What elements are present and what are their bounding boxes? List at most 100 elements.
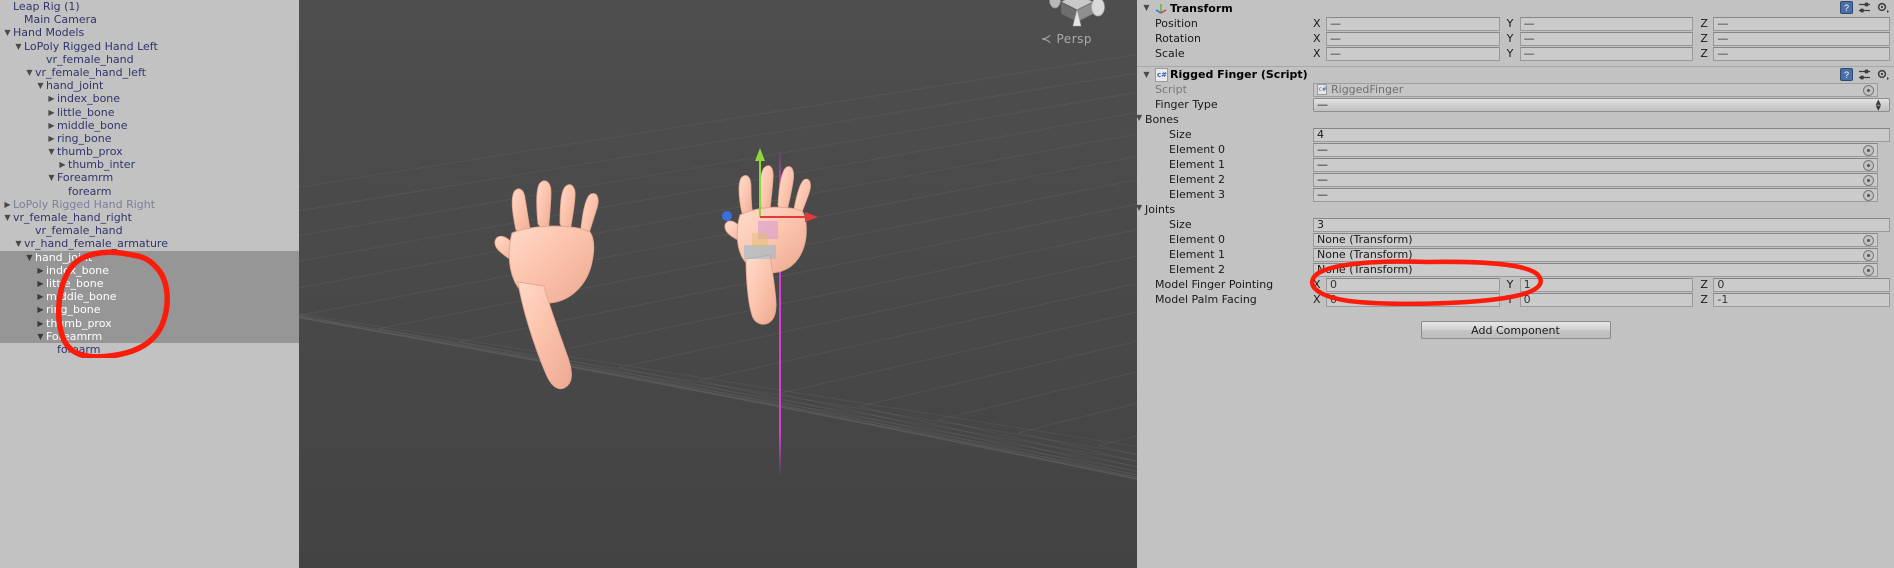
hierarchy-item-little-bone[interactable]: ▶ little_bone [0,106,299,119]
position-x-input[interactable]: — [1326,16,1500,31]
model-palm-facing-y-input[interactable]: 0 [1519,292,1694,307]
chevron-down-icon[interactable]: ▼ [24,66,35,79]
preset-icon[interactable] [1858,1,1871,14]
hierarchy-item-foreamrm[interactable]: ▼ Foreamrm [0,171,299,184]
component-header-icons[interactable]: ? [1840,1,1889,14]
chevron-right-icon[interactable]: ▶ [35,303,46,316]
chevron-down-icon[interactable]: ▼ [13,40,24,53]
hierarchy-item-ring-bone[interactable]: ▶ ring_bone [0,303,299,317]
model-palm-facing-z-input[interactable]: -1 [1713,292,1891,307]
model-finger-pointing-z-input[interactable]: 0 [1713,277,1891,292]
scale-y-input[interactable]: — [1519,46,1694,61]
chevron-down-icon[interactable]: ▼ [24,251,35,264]
chevron-right-icon[interactable]: ▶ [2,198,13,211]
object-picker-icon[interactable] [1863,249,1874,261]
transform-properties[interactable]: Position X — Y — Z — Rotation X — Y — Z — Scale X — Y — Z — [1137,16,1894,61]
chevron-right-icon[interactable]: ▶ [46,106,57,119]
hierarchy-item-hand-models[interactable]: ▼ Hand Models [0,26,299,39]
chevron-right-icon[interactable]: ▶ [46,132,57,145]
component-header-rigged-finger[interactable]: ▼ Rigged Finger (Script) ? [1137,66,1894,82]
component-header-icons[interactable]: ? [1840,68,1889,81]
hierarchy-item-leap-rig-1[interactable]: Leap Rig (1) [0,0,299,13]
scale-z-input[interactable]: — [1713,46,1891,61]
rigged-finger-properties[interactable]: ScriptRiggedFingerFinger Type—▲▼BonesSiz… [1137,82,1894,307]
hierarchy-item-thumb-inter[interactable]: ▶ thumb_inter [0,158,299,171]
help-icon[interactable]: ? [1840,68,1853,81]
chevron-right-icon[interactable]: ▶ [46,119,57,132]
element-1-object-field[interactable]: None (Transform) [1313,247,1878,262]
object-picker-icon[interactable] [1863,144,1874,156]
hierarchy-tree[interactable]: Leap Rig (1) Main Camera ▼ Hand Models ▼ LoPo… [0,0,299,356]
finger-type-dropdown[interactable]: — ▲ ▼ [1313,97,1890,112]
hierarchy-item-vr-female-hand-right[interactable]: ▼ vr_female_hand_right [0,211,299,224]
chevron-down-icon[interactable]: ▼ [46,171,57,184]
hierarchy-item-middle-bone[interactable]: ▶ middle_bone [0,290,299,304]
chevron-right-icon[interactable]: ▶ [35,277,46,290]
object-picker-icon[interactable] [1863,189,1874,201]
chevron-right-icon[interactable]: ▶ [35,317,46,330]
property-label[interactable]: Joints [1137,203,1313,216]
projection-mode-label[interactable]: ≺ Persp [1041,32,1092,47]
model-palm-facing-x-input[interactable]: 0 [1326,292,1500,307]
chevron-right-icon[interactable]: ▶ [46,92,57,105]
hierarchy-item-thumb-prox[interactable]: ▶ thumb_prox [0,316,299,330]
hierarchy-item-foreamrm[interactable]: ▼ Foreamrm [0,329,299,343]
hierarchy-item-index-bone[interactable]: ▶ index_bone [0,263,299,277]
chevron-down-icon[interactable]: ▼ [13,237,24,250]
hierarchy-item-main-camera[interactable]: Main Camera [0,13,299,26]
gear-icon[interactable] [1876,68,1889,81]
chevron-right-icon[interactable]: ▶ [35,264,46,277]
hierarchy-item-index-bone[interactable]: ▶ index_bone [0,92,299,105]
hierarchy-item-hand-joint[interactable]: ▼ hand_joint [0,79,299,92]
model-finger-pointing-y-input[interactable]: 1 [1519,277,1694,292]
rotation-z-input[interactable]: — [1713,31,1891,46]
transform-foldout-icon[interactable]: ▼ [1141,1,1152,14]
object-picker-icon[interactable] [1863,264,1874,276]
size-number-input[interactable]: 3 [1313,217,1890,232]
hierarchy-item-vr-female-hand-left[interactable]: ▼ vr_female_hand_left [0,66,299,79]
hierarchy-item-vr-female-hand[interactable]: vr_female_hand [0,53,299,66]
chevron-down-icon[interactable]: ▼ [46,145,57,158]
hierarchy-item-vr-hand-female-armature[interactable]: ▼ vr_hand_female_armature [0,237,299,250]
element-2-object-field[interactable]: None (Transform) [1313,262,1878,277]
add-component-button[interactable]: Add Component [1420,321,1611,339]
hierarchy-item-lopoly-rigged-hand-right[interactable]: ▶ LoPoly Rigged Hand Right [0,198,299,211]
hierarchy-panel[interactable]: Leap Rig (1) Main Camera ▼ Hand Models ▼ LoPo… [0,0,299,568]
scene-view[interactable]: ≺ Persp [299,0,1137,568]
property-label[interactable]: Bones [1137,113,1313,126]
element-0-object-field[interactable]: — [1313,142,1878,157]
hierarchy-item-thumb-prox[interactable]: ▼ thumb_prox [0,145,299,158]
hierarchy-item-middle-bone[interactable]: ▶ middle_bone [0,119,299,132]
element-3-object-field[interactable]: — [1313,187,1878,202]
object-picker-icon[interactable] [1863,84,1874,96]
rigged-finger-foldout-icon[interactable]: ▼ [1141,68,1152,81]
hierarchy-item-lopoly-rigged-hand-left[interactable]: ▼ LoPoly Rigged Hand Left [0,40,299,53]
chevron-down-icon[interactable]: ▼ [35,330,46,343]
help-icon[interactable]: ? [1840,1,1853,14]
position-z-input[interactable]: — [1713,16,1891,31]
script-object-field[interactable]: RiggedFinger [1313,82,1878,97]
left-hand-mesh[interactable] [494,178,694,411]
preset-icon[interactable] [1858,68,1871,81]
position-y-input[interactable]: — [1519,16,1694,31]
chevron-right-icon[interactable]: ▶ [57,158,68,171]
object-picker-icon[interactable] [1863,174,1874,186]
element-0-object-field[interactable]: None (Transform) [1313,232,1878,247]
component-header-transform[interactable]: ▼ Transform ? [1137,0,1894,16]
hierarchy-item-forearm[interactable]: forearm [0,185,299,198]
scale-x-input[interactable]: — [1326,46,1500,61]
rotation-x-input[interactable]: — [1326,31,1500,46]
inspector-panel[interactable]: ▼ Transform ? Position X — Y — Z — Rotat… [1137,0,1894,568]
hierarchy-item-forearm[interactable]: forearm [0,343,299,356]
model-finger-pointing-x-input[interactable]: 0 [1326,277,1500,292]
chevron-down-icon[interactable]: ▼ [2,211,13,224]
element-1-object-field[interactable]: — [1313,157,1878,172]
chevron-right-icon[interactable]: ▶ [35,290,46,303]
move-gizmo[interactable] [709,145,839,245]
rotation-y-input[interactable]: — [1519,31,1694,46]
size-number-input[interactable]: 4 [1313,127,1890,142]
object-picker-icon[interactable] [1863,234,1874,246]
chevron-down-icon[interactable]: ▼ [35,79,46,92]
hierarchy-item-little-bone[interactable]: ▶ little_bone [0,276,299,291]
hierarchy-item-hand-joint[interactable]: ▼ hand_joint [0,250,299,264]
